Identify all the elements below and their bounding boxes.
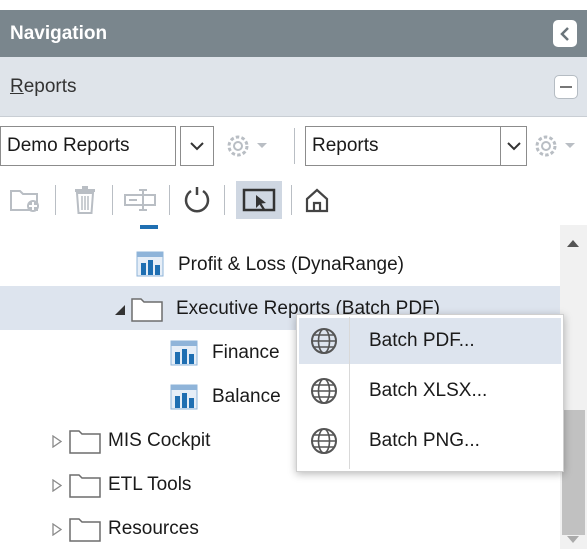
select-mode-button[interactable] [236,181,282,219]
globe-icon [311,328,337,354]
tree-item-label: MIS Cockpit [108,430,211,451]
globe-icon [311,378,337,404]
rename-icon [124,189,156,211]
tree-item-mis-cockpit[interactable]: MIS Cockpit [50,424,300,458]
refresh-icon [184,187,210,213]
new-folder-icon [10,190,39,212]
refresh-button[interactable] [180,183,214,217]
menu-item-label: Batch PNG... [369,430,480,451]
rename-button[interactable] [121,183,159,217]
report-folder-select-toggle[interactable] [501,126,527,166]
toolbar-separator [55,185,56,215]
collapsed-triangle-icon[interactable] [52,479,62,492]
chevron-down-icon [506,142,521,151]
tree-item-label: Resources [108,518,199,539]
tree-item-label: Finance [212,342,280,363]
select-icon [242,188,276,212]
collapse-navigation-button[interactable] [553,20,577,47]
navigation-title: Navigation [10,23,108,44]
scroll-up-icon[interactable] [566,238,580,248]
delete-button[interactable] [70,182,100,218]
toolbar-separator [169,185,170,215]
folder-icon [69,430,101,454]
home-button[interactable] [300,183,334,217]
menu-item-label: Batch PDF... [369,330,475,351]
toolbar-separator [291,185,292,215]
toolbar-separator [112,185,113,215]
scrollbar-thumb[interactable] [562,410,585,535]
folder-icon [69,518,101,542]
menu-item-label: Batch XLSX... [369,380,488,401]
category-select-value: Demo Reports [7,135,130,156]
report-folder-select[interactable]: Reports [305,126,501,166]
report-icon [136,251,164,277]
chevron-left-icon [560,26,569,41]
new-folder-button[interactable] [8,183,42,217]
folder-icon [131,298,163,322]
caret-down-icon [565,143,575,148]
expanded-triangle-icon[interactable] [114,304,126,316]
reports-title-accesskey: R [10,76,24,97]
dropdown-separator [294,128,295,164]
tree-item-resources[interactable]: Resources [50,512,300,546]
collapsed-triangle-icon[interactable] [52,435,62,448]
chevron-down-icon [190,142,204,151]
category-select-toggle[interactable] [180,126,214,166]
folder-icon [69,474,101,498]
tree-item-etl-tools[interactable]: ETL Tools [50,468,300,502]
collapsed-triangle-icon[interactable] [52,523,62,536]
partial-report-icon [136,225,162,230]
caret-down-icon [257,143,267,148]
category-settings-button[interactable] [224,130,268,162]
report-folder-settings-button[interactable] [532,130,576,162]
report-icon [170,384,198,410]
tree-item-finance[interactable]: Finance [170,336,290,370]
tree-item-balance[interactable]: Balance [170,380,290,414]
globe-icon [311,428,337,454]
menu-icon-gutter-divider [349,317,350,469]
delete-icon [75,186,95,214]
toolbar-separator [224,185,225,215]
reports-title-rest: eports [23,76,77,97]
home-icon [305,188,329,213]
gear-icon [227,135,249,157]
scroll-down-icon[interactable] [566,535,580,545]
category-select[interactable]: Demo Reports [0,126,176,166]
report-icon [170,340,198,366]
tree-item-label: Balance [212,386,281,407]
report-folder-select-value: Reports [312,135,379,156]
reports-section-title[interactable]: Reports [10,57,77,117]
tree-item-label: ETL Tools [108,474,192,495]
gear-icon [535,135,557,157]
reports-section-header [0,57,587,117]
tree-item-label: Profit & Loss (DynaRange) [178,254,404,275]
tree-item-profit-loss[interactable]: Profit & Loss (DynaRange) [136,248,556,282]
minimize-section-button[interactable] [554,75,578,99]
